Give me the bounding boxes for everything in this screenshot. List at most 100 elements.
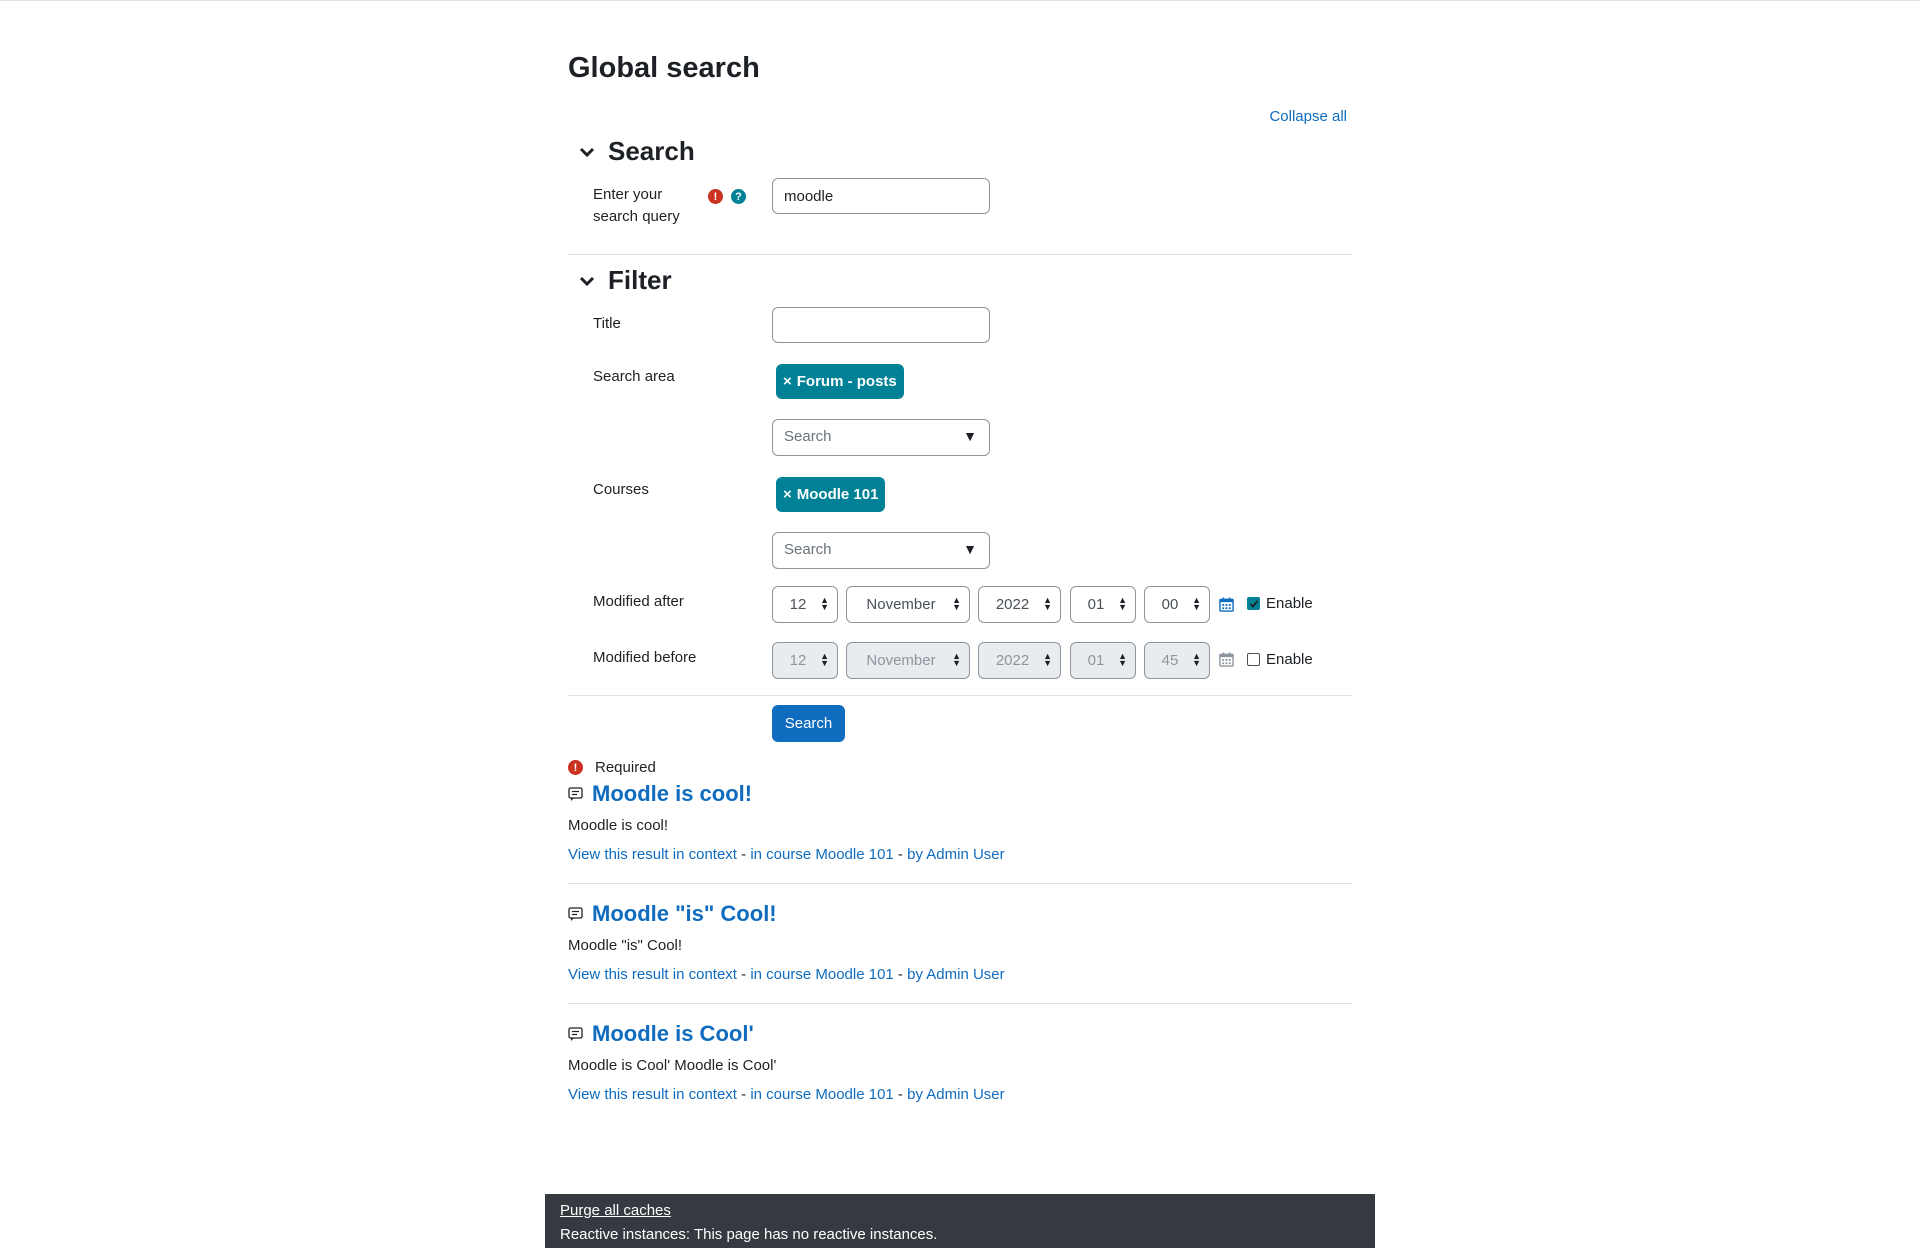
calendar-icon [1219, 652, 1234, 667]
forum-post-icon [568, 907, 583, 921]
search-area-placeholder: Search [784, 428, 832, 445]
page-title: Global search [568, 52, 760, 84]
result-title-link[interactable]: Moodle is Cool' [592, 1021, 754, 1047]
spinner-icon: ▲ ▼ [820, 595, 829, 612]
search-result: Moodle is cool! Moodle is cool! View thi… [568, 781, 1352, 881]
spinner-icon: ▲ ▼ [1118, 595, 1127, 612]
month-value: November [866, 596, 936, 613]
search-query-input[interactable] [772, 178, 990, 214]
result-author-link[interactable]: by Admin User [907, 1086, 1005, 1103]
collapse-all-link[interactable]: Collapse all [1269, 108, 1347, 125]
spinner-icon: ▲ ▼ [1043, 595, 1052, 612]
modified-before-label: Modified before [593, 649, 697, 666]
hour-value: 01 [1087, 596, 1105, 613]
view-in-context-link[interactable]: View this result in context [568, 1086, 737, 1103]
courses-tag-label: Moodle 101 [796, 486, 879, 503]
result-title-row: Moodle is Cool' [568, 1021, 754, 1047]
modified-before-minute: 45 ▲ ▼ [1144, 642, 1210, 679]
search-section-header[interactable]: Search [568, 136, 695, 167]
year-value: 2022 [995, 596, 1030, 613]
result-title-row: Moodle "is" Cool! [568, 901, 777, 927]
result-title-link[interactable]: Moodle is cool! [592, 781, 752, 807]
modified-after-year[interactable]: 2022 ▲ ▼ [978, 586, 1061, 623]
modified-before-hour: 01 ▲ ▼ [1070, 642, 1136, 679]
debug-footer: Purge all caches Reactive instances: Thi… [545, 1194, 1375, 1248]
chevron-down-icon[interactable] [572, 137, 602, 167]
result-title-link[interactable]: Moodle "is" Cool! [592, 901, 777, 927]
reactive-instances-text: Reactive instances: This page has no rea… [560, 1226, 938, 1243]
divider [568, 695, 1352, 696]
tag-remove-icon[interactable]: × [783, 486, 792, 503]
search-result: Moodle is Cool' Moodle is Cool' Moodle i… [568, 1021, 1352, 1121]
view-in-context-link[interactable]: View this result in context [568, 846, 737, 863]
enable-checkbox[interactable] [1247, 653, 1260, 666]
courses-tag[interactable]: × Moodle 101 [776, 477, 886, 512]
search-area-tag[interactable]: × Forum - posts [776, 364, 904, 399]
enable-label: Enable [1266, 595, 1313, 612]
hour-value: 01 [1087, 652, 1105, 669]
courses-placeholder: Search [784, 541, 832, 558]
result-meta: View this result in context - in course … [568, 1086, 1005, 1103]
result-course-link[interactable]: in course Moodle 101 [750, 1086, 893, 1103]
title-filter-input[interactable] [772, 307, 990, 343]
modified-before-year: 2022 ▲ ▼ [978, 642, 1061, 679]
year-value: 2022 [995, 652, 1030, 669]
search-section-heading: Search [608, 136, 695, 166]
spinner-icon: ▲ ▼ [952, 651, 961, 668]
result-meta: View this result in context - in course … [568, 846, 1005, 863]
filter-section-header[interactable]: Filter [568, 265, 672, 296]
courses-autocomplete[interactable]: Search ▼ [772, 532, 990, 569]
enable-label: Enable [1266, 651, 1313, 668]
day-value: 12 [789, 652, 807, 669]
required-label: Required [595, 759, 656, 776]
modified-after-enable[interactable]: Enable [1247, 595, 1313, 612]
search-button[interactable]: Search [772, 705, 845, 742]
help-icon[interactable]: ? [731, 189, 746, 204]
modified-after-minute[interactable]: 00 ▲ ▼ [1144, 586, 1210, 623]
enable-checkbox[interactable] [1247, 597, 1260, 610]
query-label-icons: ! ? [708, 189, 746, 204]
result-content: Moodle "is" Cool! [568, 937, 683, 954]
spinner-icon: ▲ ▼ [952, 595, 961, 612]
chevron-down-icon[interactable] [572, 266, 602, 296]
search-area-tag-label: Forum - posts [796, 373, 897, 390]
tag-remove-icon[interactable]: × [783, 373, 792, 390]
spinner-icon: ▲ ▼ [1192, 651, 1201, 668]
spinner-icon: ▲ ▼ [820, 651, 829, 668]
modified-after-day[interactable]: 12 ▲ ▼ [772, 586, 838, 623]
required-icon: ! [568, 760, 583, 775]
result-meta: View this result in context - in course … [568, 966, 1005, 983]
result-author-link[interactable]: by Admin User [907, 846, 1005, 863]
modified-before-enable[interactable]: Enable [1247, 651, 1313, 668]
minute-value: 45 [1161, 652, 1179, 669]
forum-post-icon [568, 1027, 583, 1041]
modified-before-day: 12 ▲ ▼ [772, 642, 838, 679]
divider [568, 254, 1352, 255]
modified-before-month: November ▲ ▼ [846, 642, 970, 679]
spinner-icon: ▲ ▼ [1118, 651, 1127, 668]
result-course-link[interactable]: in course Moodle 101 [750, 966, 893, 983]
dropdown-arrow-icon[interactable]: ▼ [963, 541, 977, 557]
result-content: Moodle is Cool' Moodle is Cool' [568, 1057, 777, 1074]
divider [568, 1003, 1352, 1004]
modified-after-month[interactable]: November ▲ ▼ [846, 586, 970, 623]
result-content: Moodle is cool! [568, 817, 669, 834]
filter-section-heading: Filter [608, 265, 672, 295]
dropdown-arrow-icon[interactable]: ▼ [963, 428, 977, 444]
result-title-row: Moodle is cool! [568, 781, 752, 807]
modified-after-hour[interactable]: 01 ▲ ▼ [1070, 586, 1136, 623]
required-icon: ! [708, 189, 723, 204]
divider [568, 883, 1352, 884]
calendar-icon[interactable] [1219, 597, 1234, 612]
spinner-icon: ▲ ▼ [1043, 651, 1052, 668]
search-area-autocomplete[interactable]: Search ▼ [772, 419, 990, 456]
result-course-link[interactable]: in course Moodle 101 [750, 846, 893, 863]
search-area-label: Search area [593, 368, 675, 385]
result-author-link[interactable]: by Admin User [907, 966, 1005, 983]
minute-value: 00 [1161, 596, 1179, 613]
view-in-context-link[interactable]: View this result in context [568, 966, 737, 983]
purge-caches-link[interactable]: Purge all caches [560, 1202, 1360, 1219]
month-value: November [866, 652, 936, 669]
day-value: 12 [789, 596, 807, 613]
spinner-icon: ▲ ▼ [1192, 595, 1201, 612]
